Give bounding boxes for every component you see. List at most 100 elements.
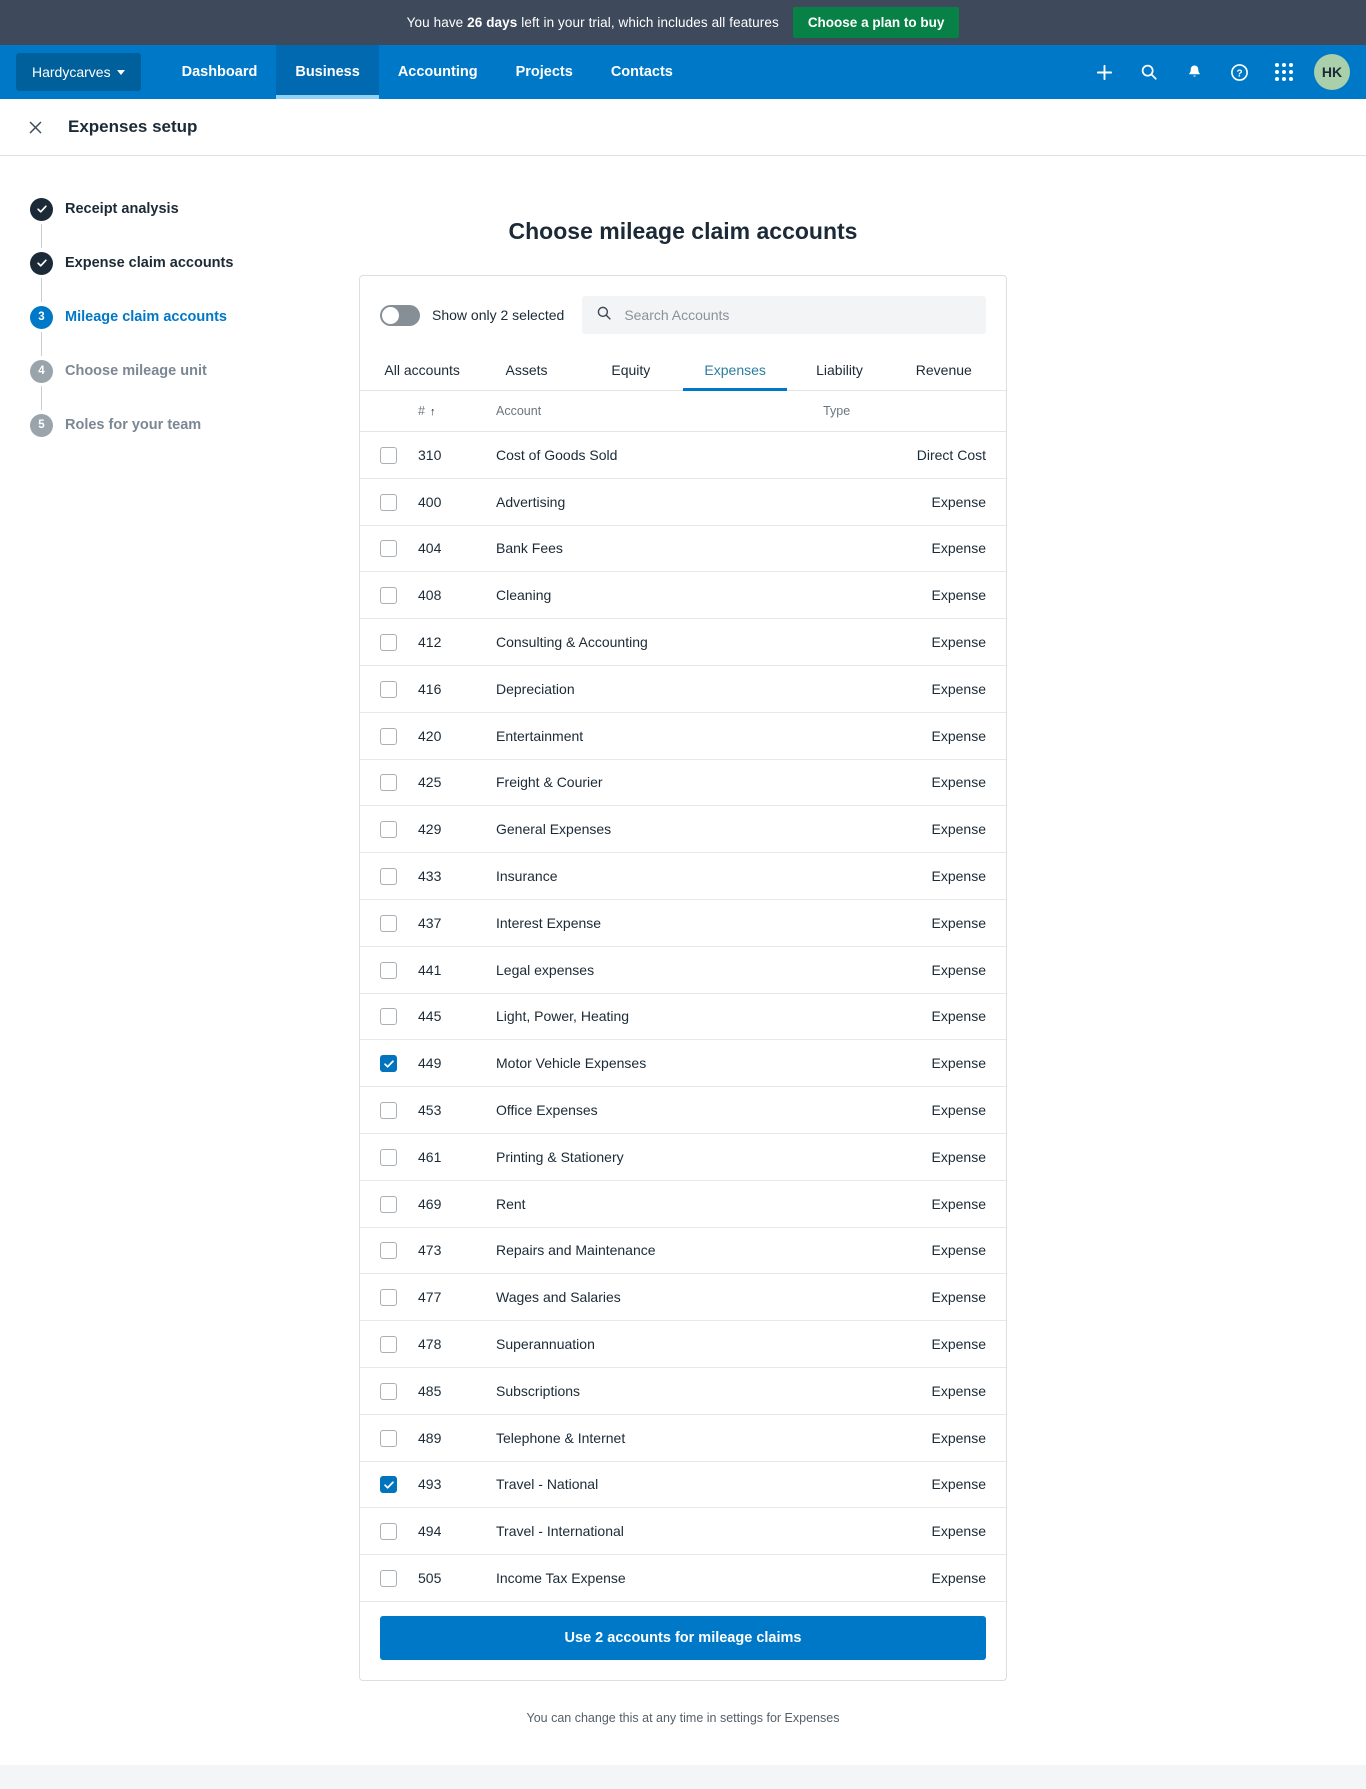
nav-link-business[interactable]: Business xyxy=(276,45,380,99)
table-row[interactable]: 485 Subscriptions Expense xyxy=(360,1367,1006,1415)
table-row[interactable]: 494 Travel - International Expense xyxy=(360,1507,1006,1556)
table-row[interactable]: 433 Insurance Expense xyxy=(360,852,1006,900)
row-checkbox-cell[interactable] xyxy=(360,759,418,807)
avatar[interactable]: HK xyxy=(1314,54,1350,90)
header-number[interactable]: # ↑ xyxy=(418,391,496,432)
row-checkbox-cell[interactable] xyxy=(360,571,418,620)
step-mileage-claim-accounts[interactable]: 3 Mileage claim accounts xyxy=(30,302,360,332)
nav-link-dashboard[interactable]: Dashboard xyxy=(163,45,277,99)
apps-grid-icon[interactable] xyxy=(1265,53,1303,91)
row-checkbox-cell[interactable] xyxy=(360,618,418,666)
table-row[interactable]: 449 Motor Vehicle Expenses Expense xyxy=(360,1039,1006,1088)
checkbox-unchecked[interactable] xyxy=(380,1101,397,1119)
step-expense-claim-accounts[interactable]: Expense claim accounts xyxy=(30,248,360,278)
header-account[interactable]: Account xyxy=(496,391,824,432)
checkbox-unchecked[interactable] xyxy=(380,1382,397,1400)
table-row[interactable]: 461 Printing & Stationery Expense xyxy=(360,1133,1006,1181)
table-row[interactable]: 469 Rent Expense xyxy=(360,1180,1006,1228)
table-row[interactable]: 310 Cost of Goods Sold Direct Cost xyxy=(360,431,1006,479)
row-checkbox-cell[interactable] xyxy=(360,1039,418,1088)
tab-all-accounts[interactable]: All accounts xyxy=(370,350,474,390)
show-only-selected-toggle[interactable] xyxy=(380,304,420,326)
row-checkbox-cell[interactable] xyxy=(360,1461,418,1509)
table-row[interactable]: 441 Legal expenses Expense xyxy=(360,946,1006,994)
row-checkbox-cell[interactable] xyxy=(360,525,418,573)
table-row[interactable]: 416 Depreciation Expense xyxy=(360,665,1006,713)
row-checkbox-cell[interactable] xyxy=(360,431,418,479)
row-checkbox-cell[interactable] xyxy=(360,805,418,854)
row-checkbox-cell[interactable] xyxy=(360,1086,418,1134)
checkbox-unchecked[interactable] xyxy=(380,1523,397,1541)
checkbox-unchecked[interactable] xyxy=(380,1429,397,1447)
row-checkbox-cell[interactable] xyxy=(360,712,418,760)
table-row[interactable]: 404 Bank Fees Expense xyxy=(360,525,1006,573)
table-row[interactable]: 493 Travel - National Expense xyxy=(360,1461,1006,1509)
step-receipt-analysis[interactable]: Receipt analysis xyxy=(30,194,360,224)
tab-revenue[interactable]: Revenue xyxy=(892,350,996,390)
checkbox-unchecked[interactable] xyxy=(380,867,397,885)
table-row[interactable]: 420 Entertainment Expense xyxy=(360,712,1006,760)
checkbox-unchecked[interactable] xyxy=(380,633,397,651)
row-checkbox-cell[interactable] xyxy=(360,478,418,526)
help-icon[interactable]: ? xyxy=(1220,53,1258,91)
row-checkbox-cell[interactable] xyxy=(360,1180,418,1228)
row-checkbox-cell[interactable] xyxy=(360,1133,418,1181)
row-checkbox-cell[interactable] xyxy=(360,665,418,713)
header-type[interactable]: Type xyxy=(823,391,1006,432)
table-row[interactable]: 473 Repairs and Maintenance Expense xyxy=(360,1227,1006,1275)
checkbox-unchecked[interactable] xyxy=(380,680,397,698)
checkbox-unchecked[interactable] xyxy=(380,587,397,605)
table-row[interactable]: 412 Consulting & Accounting Expense xyxy=(360,618,1006,666)
step-roles-for-your-team[interactable]: 5 Roles for your team xyxy=(30,410,360,440)
plus-icon[interactable] xyxy=(1085,53,1123,91)
org-switcher[interactable]: Hardycarves xyxy=(16,53,141,91)
row-checkbox-cell[interactable] xyxy=(360,1414,418,1462)
table-row[interactable]: 453 Office Expenses Expense xyxy=(360,1086,1006,1134)
table-row[interactable]: 408 Cleaning Expense xyxy=(360,571,1006,620)
nav-link-projects[interactable]: Projects xyxy=(497,45,592,99)
checkbox-unchecked[interactable] xyxy=(380,821,397,839)
tab-expenses[interactable]: Expenses xyxy=(682,350,788,391)
checkbox-unchecked[interactable] xyxy=(380,1569,397,1587)
nav-link-accounting[interactable]: Accounting xyxy=(379,45,497,99)
row-checkbox-cell[interactable] xyxy=(360,1320,418,1368)
checkbox-checked[interactable] xyxy=(380,1055,397,1073)
tab-assets[interactable]: Assets xyxy=(474,350,578,390)
checkbox-unchecked[interactable] xyxy=(380,540,397,558)
row-checkbox-cell[interactable] xyxy=(360,993,418,1041)
step-choose-mileage-unit[interactable]: 4 Choose mileage unit xyxy=(30,356,360,386)
nav-link-contacts[interactable]: Contacts xyxy=(592,45,692,99)
row-checkbox-cell[interactable] xyxy=(360,852,418,900)
choose-plan-button[interactable]: Choose a plan to buy xyxy=(792,6,960,39)
table-row[interactable]: 445 Light, Power, Heating Expense xyxy=(360,993,1006,1041)
table-row[interactable]: 425 Freight & Courier Expense xyxy=(360,759,1006,807)
bell-icon[interactable] xyxy=(1175,53,1213,91)
row-checkbox-cell[interactable] xyxy=(360,946,418,994)
use-accounts-button[interactable]: Use 2 accounts for mileage claims xyxy=(380,1615,986,1660)
checkbox-unchecked[interactable] xyxy=(380,1289,397,1307)
row-checkbox-cell[interactable] xyxy=(360,1227,418,1275)
checkbox-unchecked[interactable] xyxy=(380,961,397,979)
tab-equity[interactable]: Equity xyxy=(579,350,683,390)
table-row[interactable]: 400 Advertising Expense xyxy=(360,478,1006,526)
row-checkbox-cell[interactable] xyxy=(360,1367,418,1415)
checkbox-unchecked[interactable] xyxy=(380,1242,397,1260)
checkbox-unchecked[interactable] xyxy=(380,493,397,511)
search-input[interactable] xyxy=(624,307,972,323)
table-row[interactable]: 429 General Expenses Expense xyxy=(360,805,1006,854)
checkbox-unchecked[interactable] xyxy=(380,1148,397,1166)
checkbox-unchecked[interactable] xyxy=(380,914,397,932)
row-checkbox-cell[interactable] xyxy=(360,1273,418,1322)
row-checkbox-cell[interactable] xyxy=(360,899,418,947)
checkbox-unchecked[interactable] xyxy=(380,1335,397,1353)
checkbox-unchecked[interactable] xyxy=(380,1008,397,1026)
row-checkbox-cell[interactable] xyxy=(360,1554,418,1602)
checkbox-unchecked[interactable] xyxy=(380,727,397,745)
search-icon[interactable] xyxy=(1130,53,1168,91)
checkbox-unchecked[interactable] xyxy=(380,774,397,792)
row-checkbox-cell[interactable] xyxy=(360,1507,418,1556)
tab-liability[interactable]: Liability xyxy=(787,350,891,390)
table-row[interactable]: 437 Interest Expense Expense xyxy=(360,899,1006,947)
table-row[interactable]: 505 Income Tax Expense Expense xyxy=(360,1554,1006,1602)
checkbox-checked[interactable] xyxy=(380,1476,397,1494)
